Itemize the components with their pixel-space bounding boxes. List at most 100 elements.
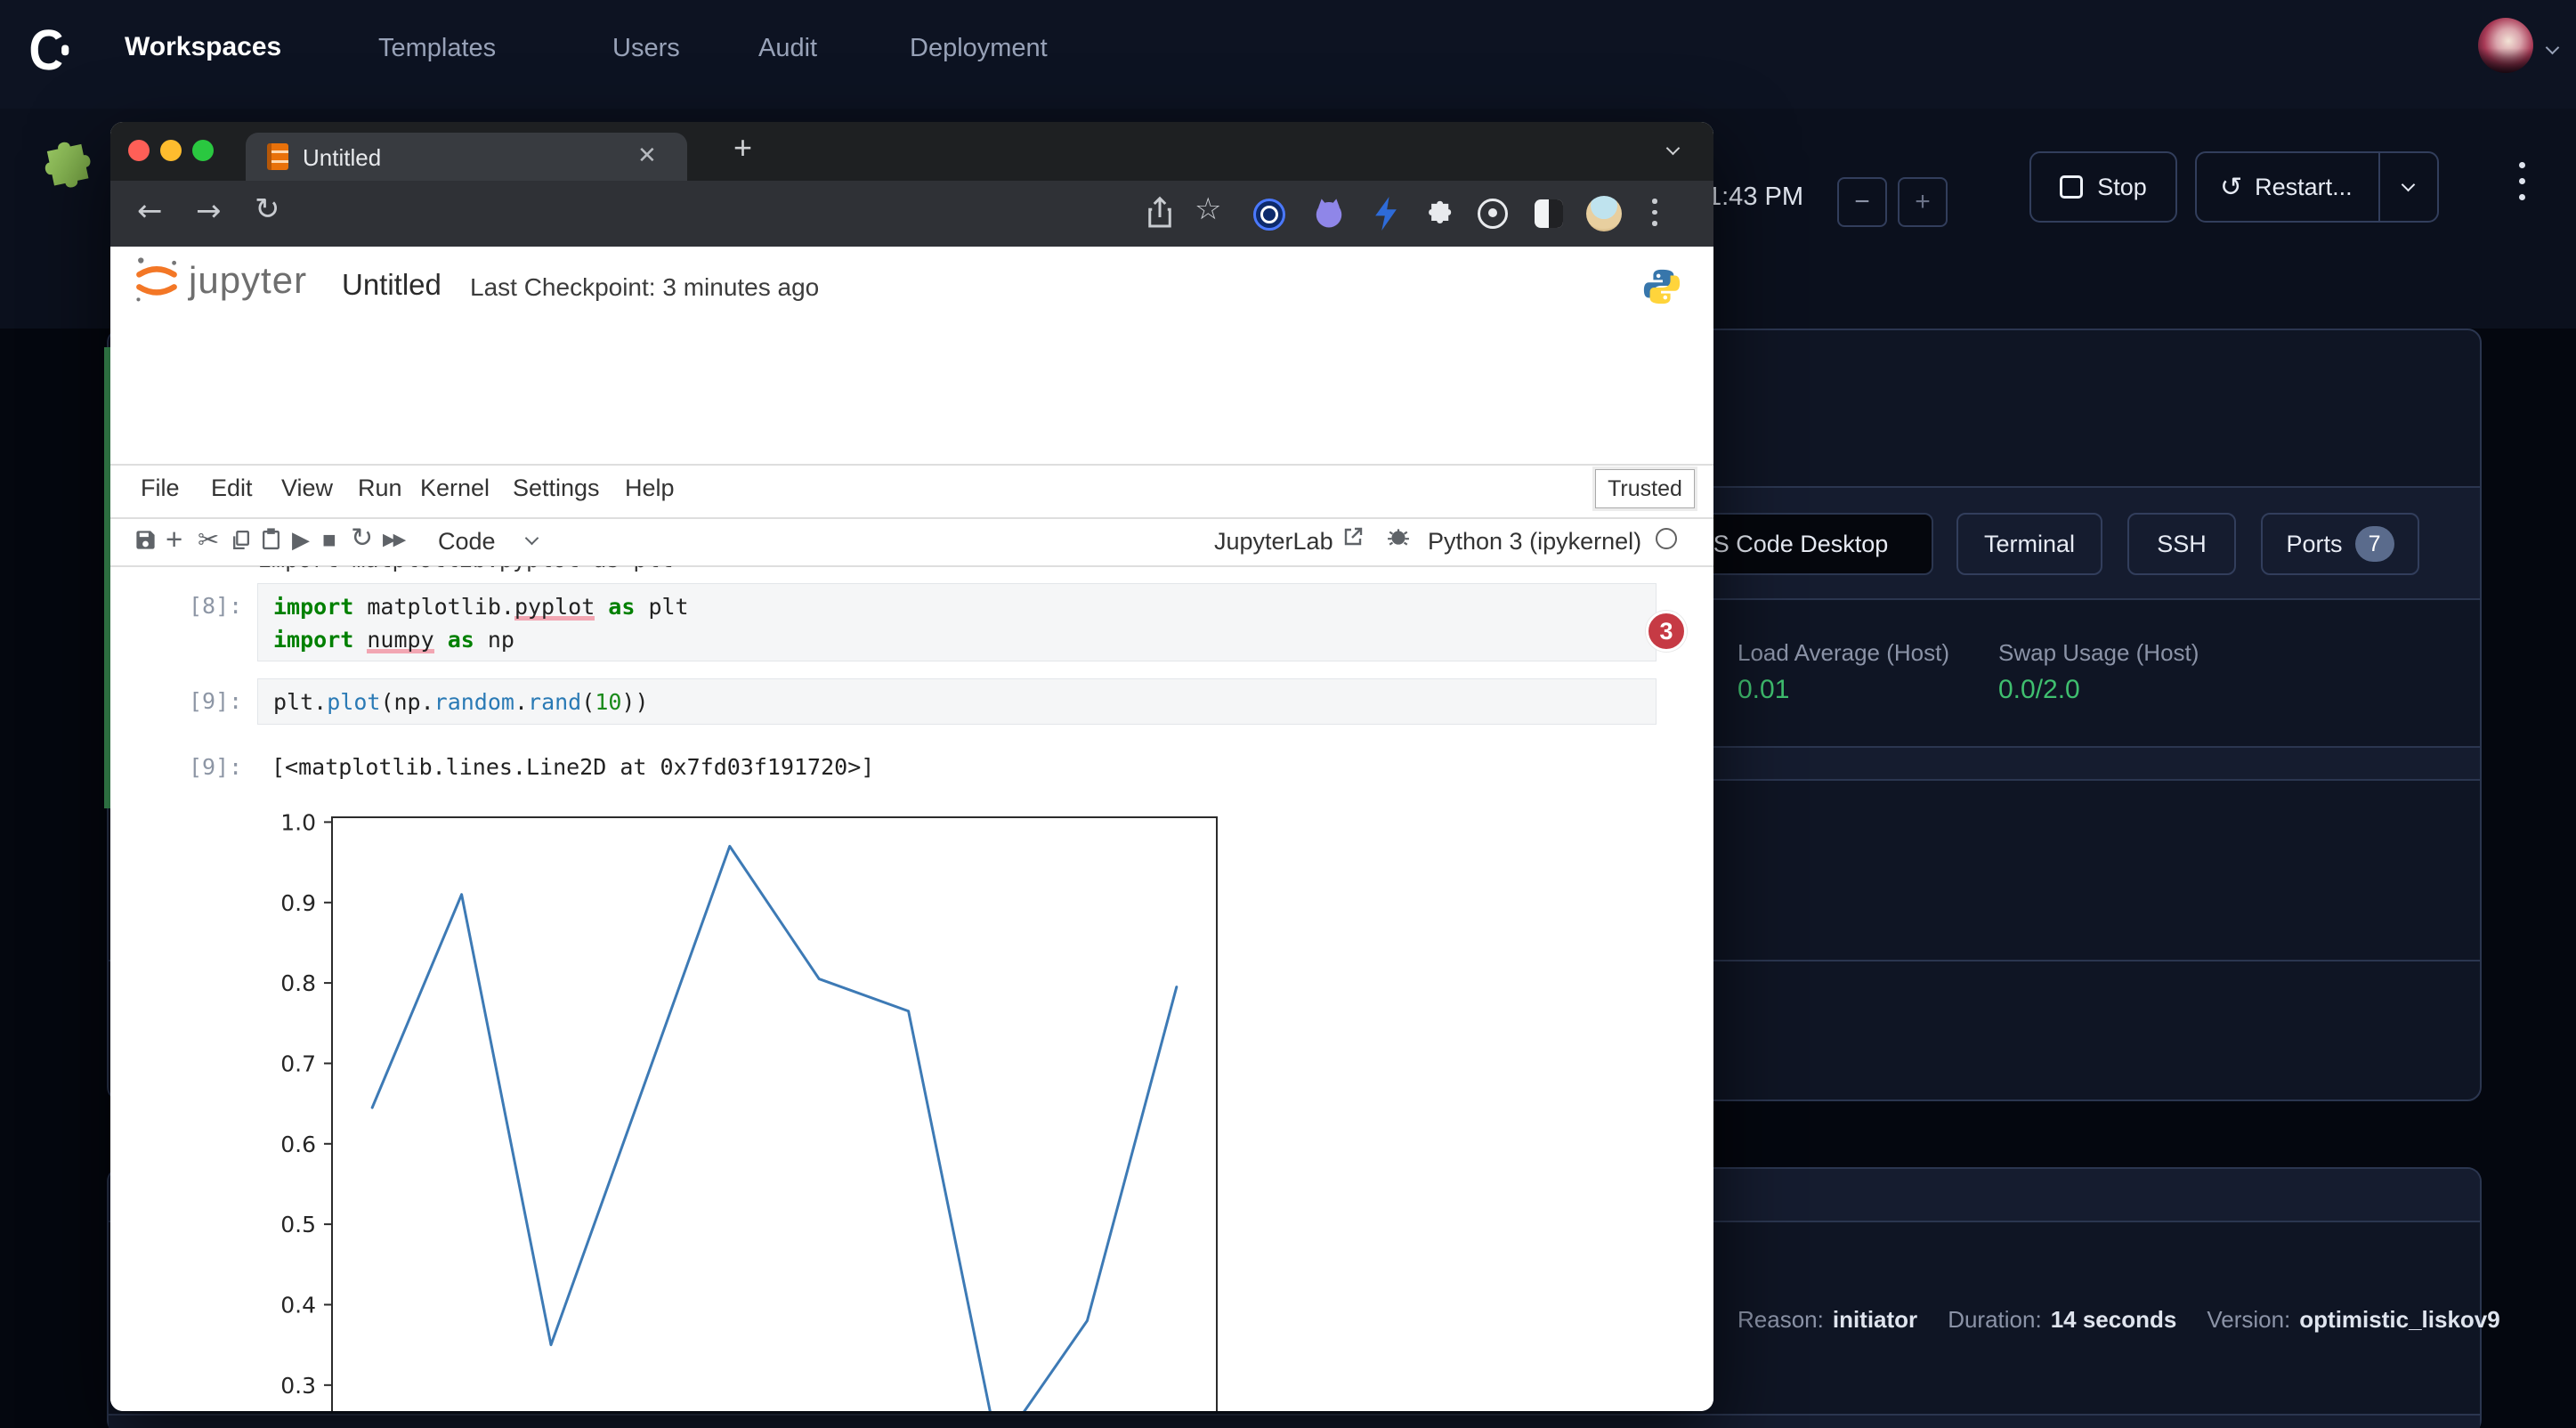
browser-kebab-menu[interactable]: [1652, 199, 1657, 226]
macos-minimize-button[interactable]: [160, 140, 182, 161]
macos-close-button[interactable]: [128, 140, 150, 161]
save-icon[interactable]: [134, 528, 158, 556]
jupyter-page: jupyter Untitled Last Checkpoint: 3 minu…: [110, 247, 1713, 1411]
restart-split-button[interactable]: ↺ Restart...: [2195, 151, 2439, 223]
nav-item-workspaces[interactable]: Workspaces: [125, 32, 281, 62]
coder-logo-icon[interactable]: [20, 23, 71, 75]
notebook-title[interactable]: Untitled: [342, 268, 441, 302]
browser-profile-avatar[interactable]: [1586, 196, 1622, 231]
workspace-kebab-menu[interactable]: [2519, 162, 2525, 200]
menu-kernel[interactable]: Kernel: [420, 475, 490, 502]
tab-title: Untitled: [303, 144, 381, 172]
menu-help[interactable]: Help: [625, 475, 675, 502]
user-avatar[interactable]: [2478, 18, 2533, 73]
trusted-button[interactable]: Trusted: [1595, 469, 1695, 508]
kernel-name[interactable]: Python 3 (ipykernel): [1428, 528, 1641, 556]
forward-icon[interactable]: →: [196, 193, 222, 229]
ext-stylus-icon[interactable]: [1478, 199, 1508, 229]
cell-type-select[interactable]: Code: [438, 528, 496, 556]
external-link-icon[interactable]: [1342, 526, 1364, 552]
browser-tab[interactable]: Untitled ✕: [246, 133, 687, 181]
swap-usage-value: 0.0/2.0: [1998, 675, 2080, 705]
ext-1password-icon[interactable]: [1253, 199, 1285, 231]
back-icon[interactable]: ←: [137, 193, 163, 229]
stop-button[interactable]: Stop: [2029, 151, 2177, 223]
add-cell-icon[interactable]: +: [166, 523, 182, 556]
svg-text:0.3: 0.3: [280, 1373, 316, 1399]
notification-count-badge[interactable]: 3: [1646, 611, 1687, 652]
reload-icon[interactable]: ↻: [255, 191, 280, 227]
ext-lightning-icon[interactable]: [1373, 197, 1399, 235]
app-button-ssh[interactable]: SSH: [2127, 513, 2236, 575]
restart-dropdown[interactable]: [2380, 185, 2437, 190]
nav-item-templates[interactable]: Templates: [378, 34, 496, 63]
svg-text:0.4: 0.4: [280, 1292, 316, 1318]
extensions-puzzle-icon[interactable]: [1422, 197, 1454, 233]
cell9-output-prompt: [9]:: [189, 754, 242, 780]
zoom-in-button[interactable]: +: [1898, 177, 1948, 227]
load-average-value: 0.01: [1738, 675, 1789, 705]
restart-main[interactable]: ↺ Restart...: [2197, 172, 2378, 203]
screen: Workspaces Templates Users Audit Deploym…: [0, 0, 2576, 1428]
cell8-prompt: [8]:: [189, 593, 242, 619]
share-icon[interactable]: [1146, 195, 1173, 235]
restart-icon: ↺: [2220, 172, 2242, 203]
debugger-bug-icon[interactable]: [1387, 525, 1410, 553]
jupyterlab-link[interactable]: JupyterLab: [1214, 528, 1333, 556]
app-button-ports[interactable]: Ports 7: [2261, 513, 2419, 575]
svg-text:0.7: 0.7: [280, 1051, 316, 1076]
duration-value: 14 seconds: [2051, 1306, 2177, 1334]
version-value: optimistic_liskov9: [2299, 1306, 2499, 1334]
nav-item-users[interactable]: Users: [612, 34, 680, 63]
browser-tab-strip: Untitled ✕ +: [110, 122, 1713, 181]
swap-usage-label: Swap Usage (Host): [1998, 639, 2199, 667]
tab-search-chevron-icon[interactable]: [1666, 142, 1681, 156]
tab-close-icon[interactable]: ✕: [637, 142, 657, 169]
restart-kernel-icon[interactable]: ↻: [351, 523, 373, 554]
ports-label: Ports: [2286, 531, 2342, 558]
header-divider: [110, 464, 1713, 466]
svg-text:0.9: 0.9: [280, 890, 316, 916]
cut-icon[interactable]: ✂: [198, 524, 219, 555]
bookmark-star-icon[interactable]: ☆: [1195, 191, 1221, 227]
nav-item-audit[interactable]: Audit: [758, 34, 817, 63]
ext-github-cat-icon[interactable]: [1312, 197, 1346, 235]
browser-toolbar: ← → ↻ 5555--main--test--matifali.atif.cd…: [110, 181, 1713, 247]
menu-file[interactable]: File: [141, 475, 180, 502]
cell9-input[interactable]: plt.plot(np.random.rand(10)): [257, 678, 1657, 725]
ports-count-badge: 7: [2355, 526, 2394, 562]
restart-chevron-down-icon: [2402, 177, 2416, 191]
clock-time: 1:43 PM: [1707, 183, 1803, 212]
run-cell-icon[interactable]: ▶: [292, 526, 310, 554]
copy-icon[interactable]: [230, 529, 252, 556]
checkpoint-status: Last Checkpoint: 3 minutes ago: [470, 273, 819, 302]
bottom-panel-footer: [109, 1416, 2480, 1428]
restart-label: Restart...: [2255, 174, 2353, 201]
reason-label: Reason:: [1738, 1306, 1824, 1334]
avatar-chevron-down-icon[interactable]: [2546, 41, 2560, 55]
kernel-status-icon: [1656, 528, 1677, 549]
macos-zoom-button[interactable]: [192, 140, 214, 161]
app-button-terminal[interactable]: Terminal: [1956, 513, 2102, 575]
menu-settings[interactable]: Settings: [513, 475, 600, 502]
menu-run[interactable]: Run: [358, 475, 402, 502]
cell-type-chevron-icon[interactable]: [525, 531, 539, 546]
menu-divider: [110, 517, 1713, 519]
menu-view[interactable]: View: [281, 475, 333, 502]
new-tab-button[interactable]: +: [733, 129, 752, 166]
template-puzzle-icon: [32, 134, 98, 199]
paste-icon[interactable]: [260, 528, 282, 555]
interrupt-kernel-icon[interactable]: ■: [322, 526, 336, 554]
version-label: Version:: [2207, 1306, 2290, 1334]
restart-run-all-icon[interactable]: ▶▶: [383, 530, 403, 550]
ext-darkreader-icon[interactable]: [1535, 199, 1563, 228]
stop-label: Stop: [2097, 174, 2147, 201]
zoom-out-button[interactable]: −: [1837, 177, 1887, 227]
duration-label: Duration:: [1948, 1306, 2042, 1334]
build-info-line: Reason: initiator Duration: 14 seconds V…: [1738, 1306, 2500, 1334]
nav-item-deployment[interactable]: Deployment: [910, 34, 1048, 63]
jupyter-wordmark: jupyter: [189, 259, 307, 302]
reason-value: initiator: [1833, 1306, 1917, 1334]
cell8-input[interactable]: import matplotlib.pyplot as plt import n…: [257, 583, 1657, 661]
menu-edit[interactable]: Edit: [211, 475, 253, 502]
